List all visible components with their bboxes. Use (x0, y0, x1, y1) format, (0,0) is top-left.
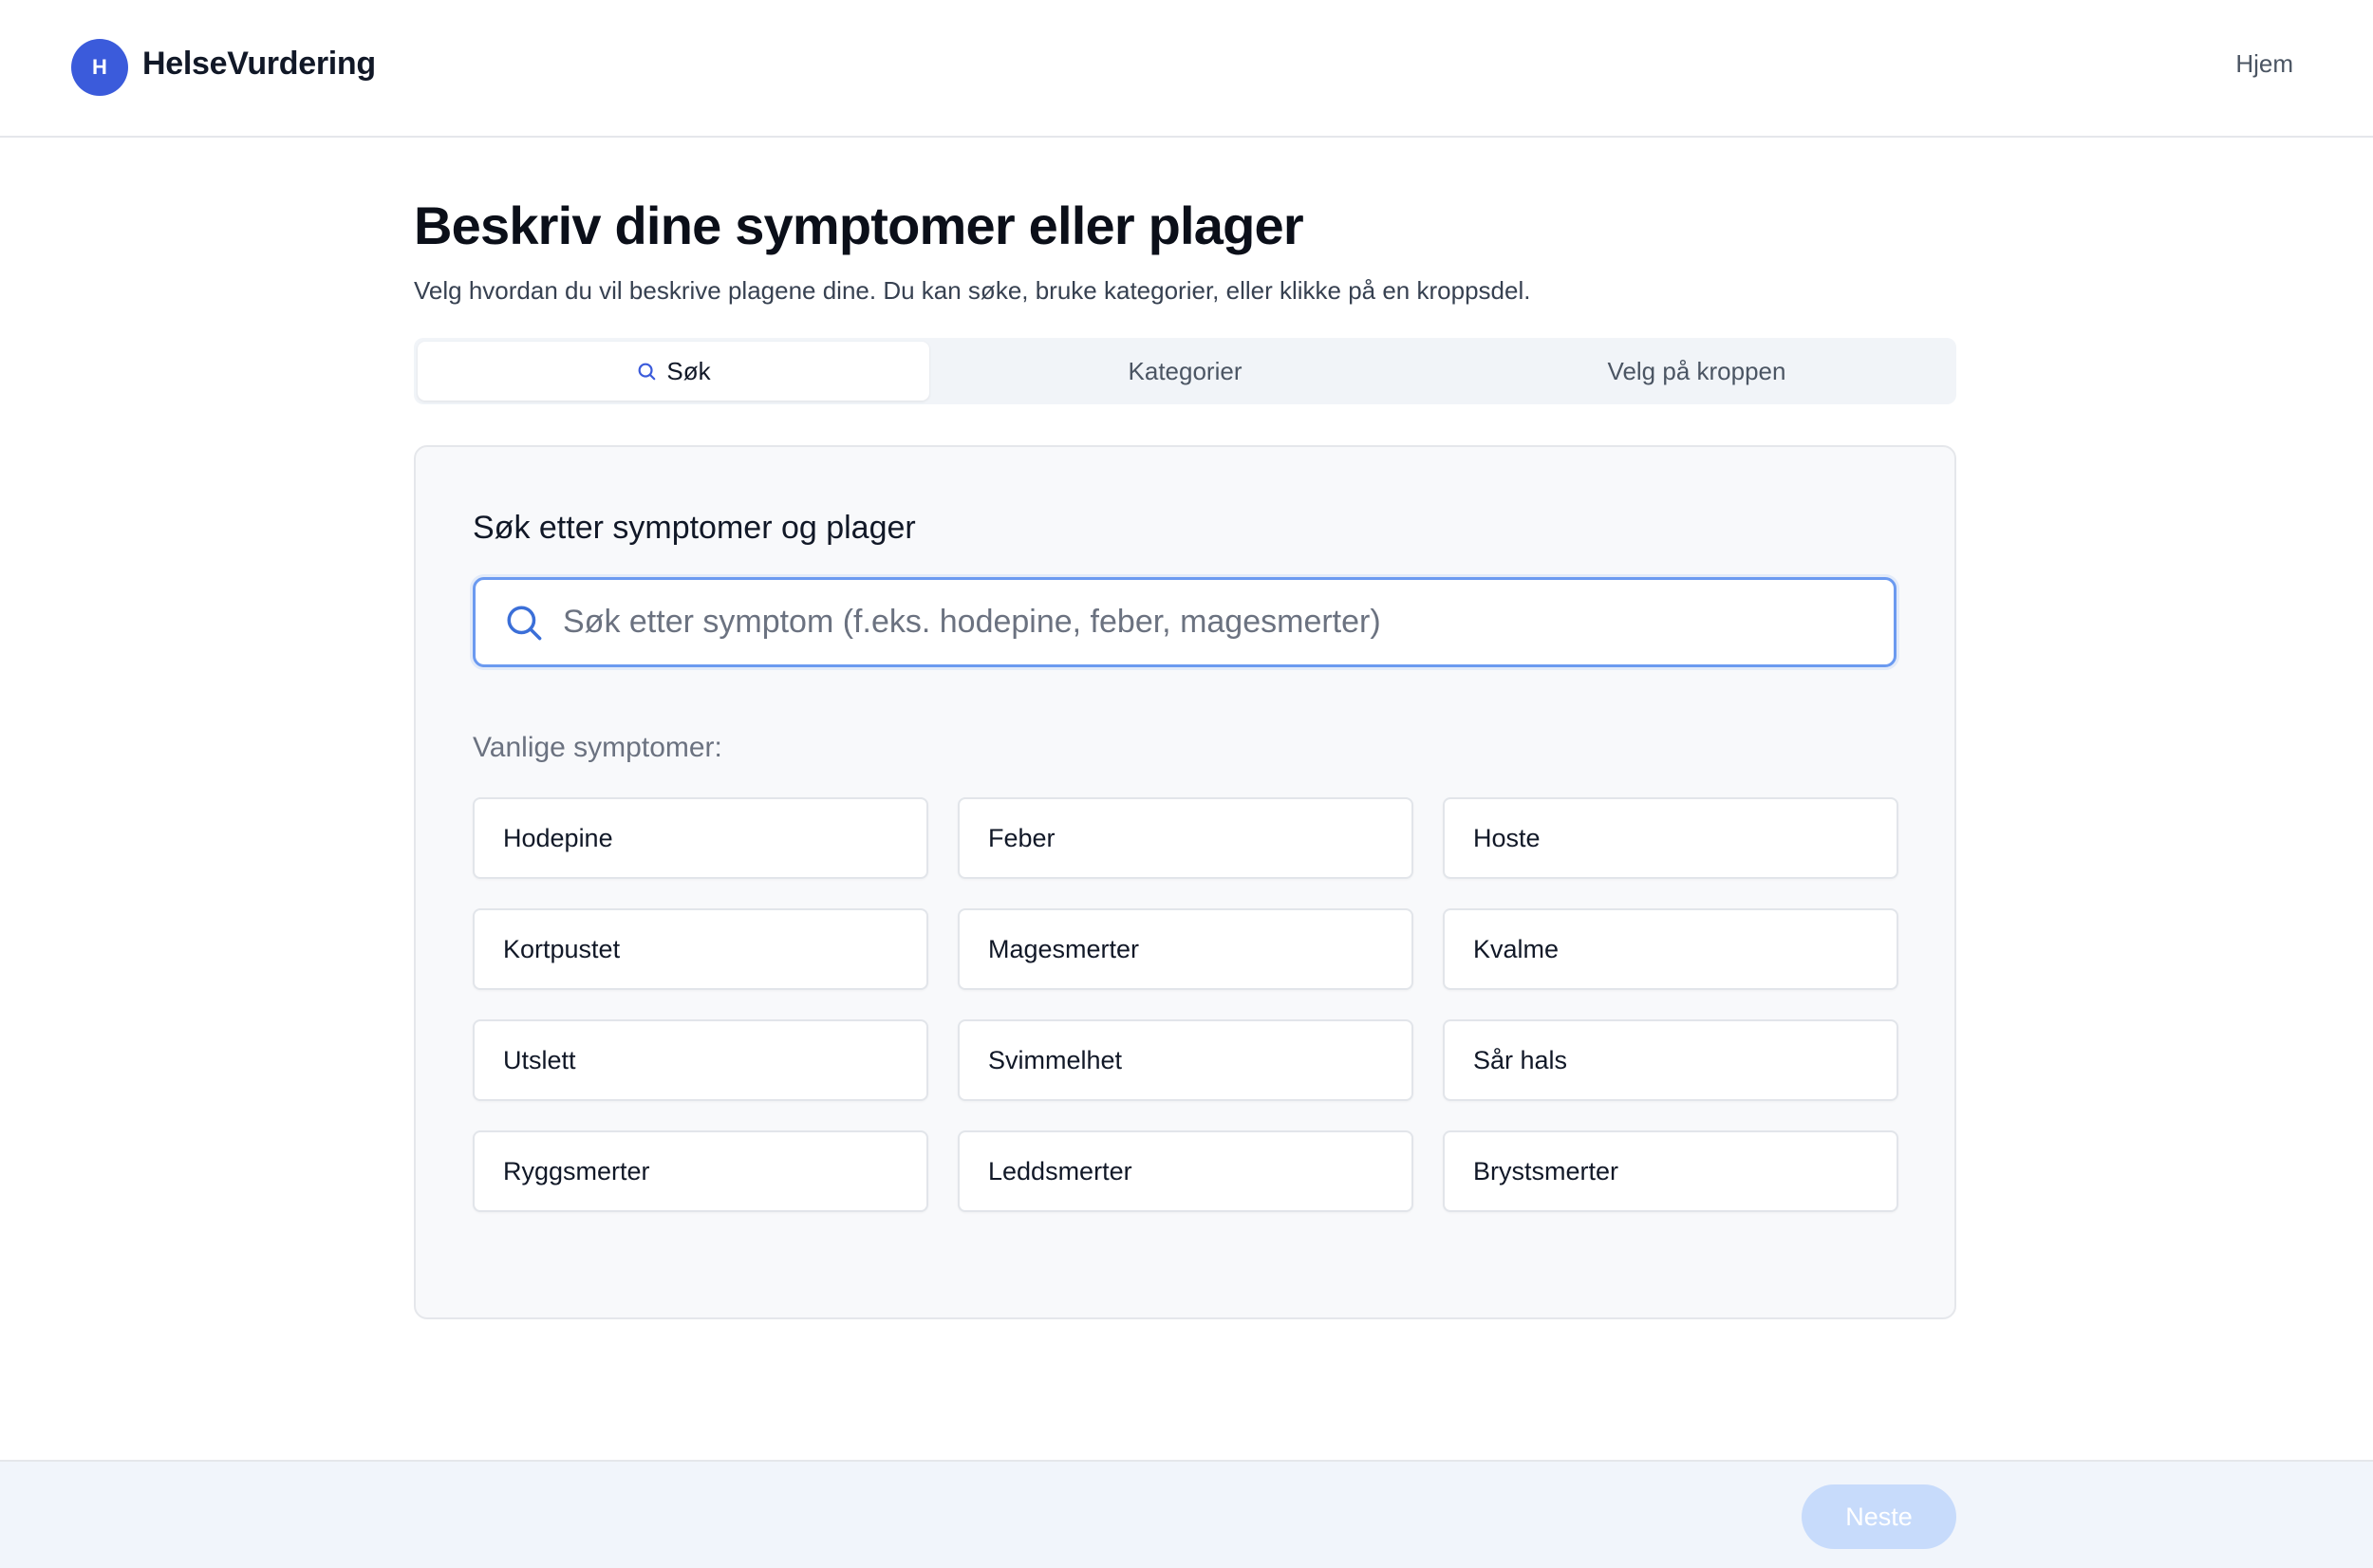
symptom-button[interactable]: Utslett (473, 1019, 928, 1101)
tab-body-select[interactable]: Velg på kroppen (1441, 342, 1953, 401)
next-button[interactable]: Neste (1802, 1484, 1956, 1549)
brand-name[interactable]: HelseVurdering (142, 46, 376, 83)
symptom-button[interactable]: Leddsmerter (958, 1130, 1413, 1212)
symptom-button[interactable]: Hoste (1443, 797, 1898, 879)
input-method-tabs: Søk Kategorier Velg på kroppen (414, 338, 1956, 404)
search-icon (504, 603, 544, 643)
symptom-button[interactable]: Svimmelhet (958, 1019, 1413, 1101)
tab-search[interactable]: Søk (418, 342, 929, 401)
tab-body-select-label: Velg på kroppen (1607, 356, 1786, 385)
page-title: Beskriv dine symptomer eller plager (414, 196, 1304, 255)
symptom-button[interactable]: Hodepine (473, 797, 928, 879)
search-icon (636, 361, 657, 382)
symptom-button[interactable]: Feber (958, 797, 1413, 879)
tab-categories-label: Kategorier (1128, 356, 1243, 385)
common-symptoms-label: Vanlige symptomer: (473, 732, 722, 763)
symptom-button[interactable]: Sår hals (1443, 1019, 1898, 1101)
search-card: Søk etter symptomer og plager Vanlige sy… (414, 445, 1956, 1319)
tab-search-label: Søk (666, 356, 711, 385)
top-header: H HelseVurdering Hjem (0, 0, 2373, 138)
logo-letter: H (92, 55, 107, 79)
symptom-button[interactable]: Kortpustet (473, 908, 928, 990)
symptom-button[interactable]: Magesmerter (958, 908, 1413, 990)
symptom-button[interactable]: Ryggsmerter (473, 1130, 928, 1212)
symptom-button[interactable]: Kvalme (1443, 908, 1898, 990)
bottom-bar: Neste (0, 1460, 2373, 1568)
page-subtitle: Velg hvordan du vil beskrive plagene din… (414, 276, 1531, 305)
search-card-title: Søk etter symptomer og plager (473, 510, 916, 546)
symptom-search-input[interactable] (544, 580, 1894, 664)
nav-home-link[interactable]: Hjem (2235, 49, 2293, 79)
logo-icon: H (71, 39, 128, 96)
search-box[interactable] (473, 577, 1897, 667)
symptom-button[interactable]: Brystsmerter (1443, 1130, 1898, 1212)
common-symptoms-grid: Hodepine Feber Hoste Kortpustet Magesmer… (473, 797, 1898, 1212)
tab-categories[interactable]: Kategorier (929, 342, 1441, 401)
